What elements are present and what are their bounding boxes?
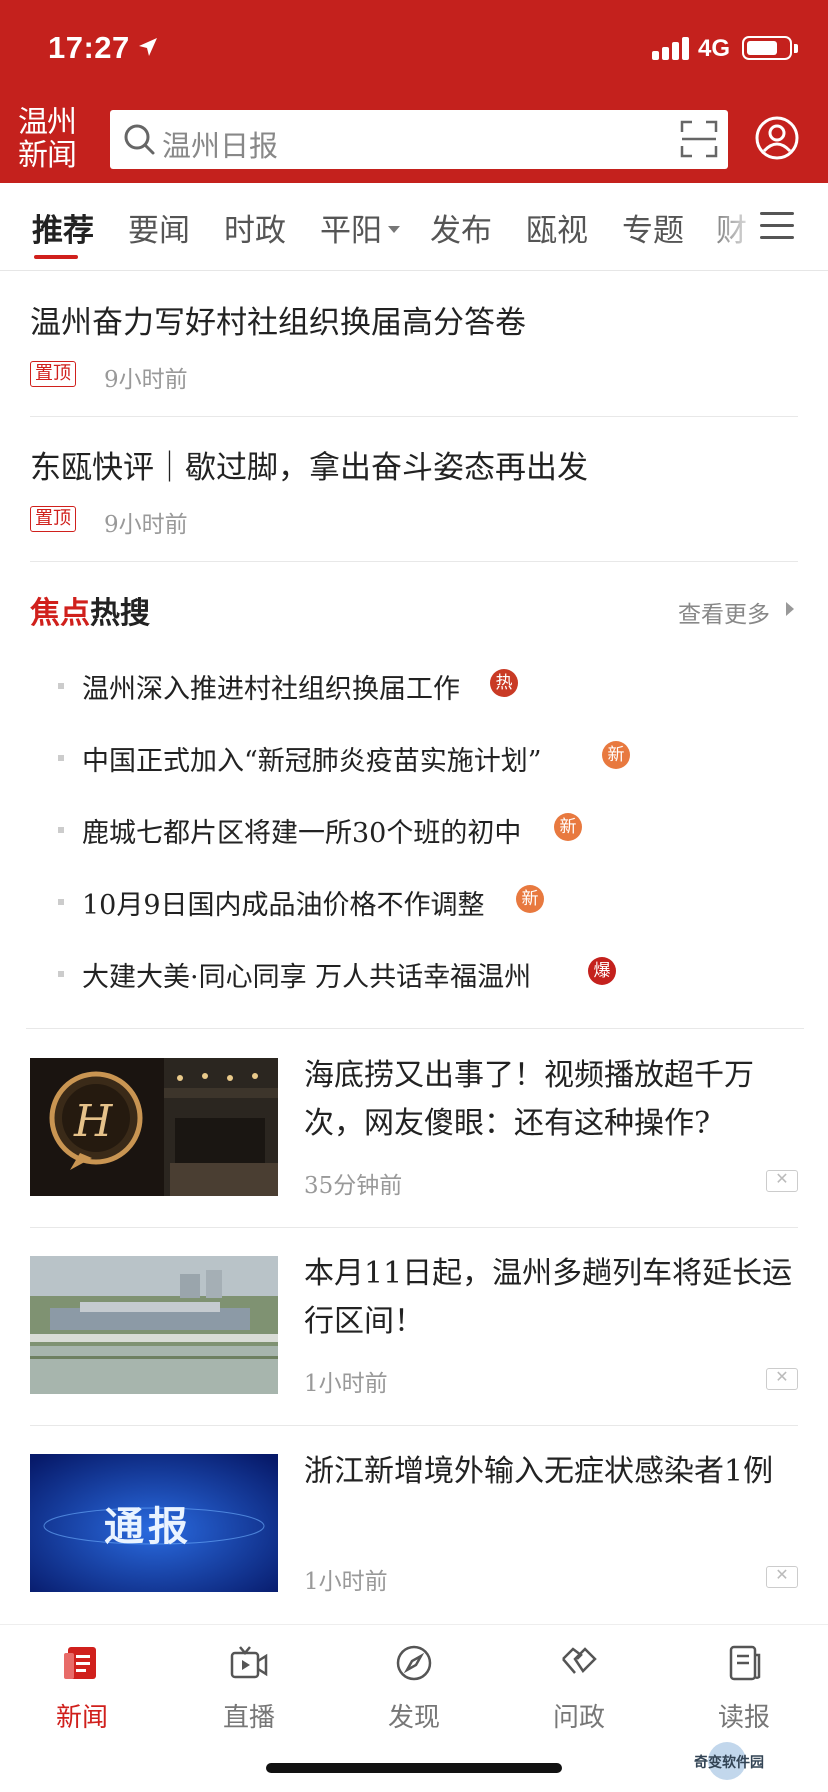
news-title: 浙江新增境外输入无症状感染者1例	[304, 1454, 774, 1489]
article-title: 东瓯快评｜歇过脚，拿出奋斗姿态再出发	[30, 450, 588, 486]
news-icon	[64, 1647, 96, 1679]
scan-icon[interactable]	[680, 120, 718, 158]
channel-tabs: 推荐 要闻 时政 平阳 发布 瓯视 专题 财	[0, 183, 828, 271]
nav-news[interactable]: 新闻	[32, 1643, 132, 1734]
status-time: 17:27	[48, 30, 130, 65]
signal-icon	[652, 36, 692, 60]
nav-discover[interactable]: 发现	[364, 1643, 464, 1734]
hot-item-text: 温州深入推进村社组织换届工作	[82, 674, 460, 705]
news-thumbnail: H	[30, 1058, 278, 1196]
bullet	[58, 755, 64, 761]
hot-item-text: 10月9日国内成品油价格不作调整	[82, 890, 485, 921]
handshake-icon	[562, 1647, 597, 1674]
see-more-link[interactable]: 查看更多	[678, 595, 770, 629]
bullet	[58, 683, 64, 689]
news-time: 1小时前	[304, 1569, 388, 1595]
news-time: 1小时前	[304, 1371, 388, 1397]
nav-label: 问政	[552, 1703, 605, 1733]
dismiss-icon[interactable]: ✕	[766, 1566, 798, 1588]
news-card[interactable]: H 海底捞又出事了！视频播放超千万次，网友傻眼：还有这种操作? 35分钟前 ✕	[30, 1030, 798, 1228]
news-title: 海底捞又出事了！视频播放超千万次，网友傻眼：还有这种操作?	[304, 1058, 754, 1141]
news-card[interactable]: 通报 浙江新增境外输入无症状感染者1例 1小时前 ✕	[30, 1426, 798, 1624]
nav-label: 新闻	[55, 1703, 108, 1733]
news-thumbnail: 通报	[30, 1454, 278, 1592]
bullet	[58, 899, 64, 905]
hot-badge: 热	[490, 669, 518, 697]
network-type: 4G	[698, 35, 731, 62]
article-title: 温州奋力写好村社组织换届高分答卷	[30, 305, 526, 341]
new-badge: 新	[516, 885, 544, 913]
tab-release[interactable]: 发布	[430, 205, 492, 250]
tab-headlines[interactable]: 要闻	[128, 205, 190, 250]
tab-recommend[interactable]: 推荐	[32, 205, 94, 250]
station-image	[30, 1256, 278, 1394]
restaurant-image: H	[30, 1058, 278, 1196]
active-tab-indicator	[34, 255, 78, 259]
article-time: 9小时前	[104, 512, 188, 538]
nav-label: 发现	[387, 1703, 440, 1733]
nav-label: 读报	[717, 1703, 770, 1733]
boom-badge: 爆	[588, 957, 616, 985]
live-tv-icon	[230, 1646, 268, 1679]
pinned-tag: 置顶	[30, 506, 76, 532]
status-bar: 17:27 4G	[0, 0, 828, 100]
nav-live[interactable]: 直播	[199, 1643, 299, 1734]
location-arrow-icon	[139, 38, 157, 56]
battery-icon	[742, 36, 798, 60]
header-bar: 17:27 4G 温州 新闻 温州日报	[0, 0, 828, 183]
search-icon	[124, 124, 155, 155]
nav-newspaper[interactable]: 读报	[694, 1643, 794, 1734]
logo-line-1: 温州	[18, 105, 77, 140]
bullet	[58, 971, 64, 977]
hot-title-red: 焦点	[30, 597, 90, 630]
tab-video[interactable]: 瓯视	[526, 205, 588, 250]
tab-politics[interactable]: 时政	[224, 205, 286, 250]
bulletin-text: 通报	[104, 1504, 192, 1550]
tab-fade	[700, 183, 760, 269]
news-title: 本月11日起，温州多趟列车将延长运行区间！	[304, 1256, 793, 1339]
nav-label: 直播	[222, 1703, 275, 1733]
news-card[interactable]: 本月11日起，温州多趟列车将延长运行区间！ 1小时前 ✕	[30, 1228, 798, 1426]
search-input[interactable]: 温州日报	[110, 110, 728, 169]
article-time: 9小时前	[104, 367, 188, 393]
compass-icon	[396, 1645, 432, 1681]
hot-item-text: 鹿城七都片区将建一所30个班的初中	[82, 818, 522, 849]
pinned-article[interactable]: 温州奋力写好村社组织换届高分答卷 置顶 9小时前	[30, 297, 798, 417]
watermark: 奇变软件园	[694, 1754, 764, 1770]
news-time: 35分钟前	[304, 1173, 403, 1199]
dismiss-icon[interactable]: ✕	[766, 1368, 798, 1390]
pinned-article[interactable]: 东瓯快评｜歇过脚，拿出奋斗姿态再出发 置顶 9小时前	[30, 442, 798, 562]
hot-item-text: 大建大美·同心同享 万人共话幸福温州	[82, 962, 532, 993]
app-logo[interactable]: 温州 新闻	[18, 106, 90, 174]
section-divider	[26, 1028, 804, 1029]
user-profile-icon[interactable]	[754, 115, 800, 161]
nav-inquiry[interactable]: 问政	[529, 1643, 629, 1734]
newspaper-icon	[729, 1645, 761, 1681]
new-badge: 新	[602, 741, 630, 769]
dismiss-icon[interactable]: ✕	[766, 1170, 798, 1192]
tab-pingyang[interactable]: 平阳	[320, 205, 400, 250]
caret-down-icon	[388, 226, 400, 234]
bullet	[58, 827, 64, 833]
chevron-right-icon	[786, 602, 794, 616]
home-indicator[interactable]	[266, 1763, 562, 1773]
new-badge: 新	[554, 813, 582, 841]
channel-menu-icon[interactable]	[760, 212, 794, 240]
hot-item-text: 中国正式加入“新冠肺炎疫苗实施计划”	[82, 746, 542, 777]
search-placeholder: 温州日报	[162, 131, 279, 163]
hot-search-title: 焦点热搜	[30, 588, 150, 632]
news-thumbnail	[30, 1256, 278, 1394]
svg-text:H: H	[73, 1096, 114, 1147]
logo-line-2: 新闻	[18, 138, 77, 173]
tab-pingyang-label: 平阳	[320, 213, 382, 248]
pinned-tag: 置顶	[30, 361, 76, 387]
tab-topics[interactable]: 专题	[622, 205, 684, 250]
hot-title-black: 热搜	[90, 597, 150, 630]
